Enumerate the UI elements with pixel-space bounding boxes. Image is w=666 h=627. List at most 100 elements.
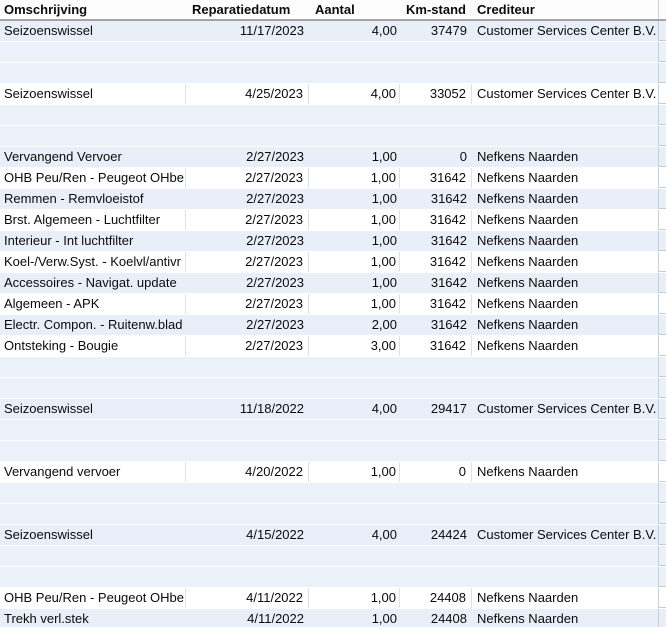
table-row[interactable]: Seizoenswissel4/25/20234,0033052Customer…: [0, 84, 666, 105]
cell-aantal: 1,00: [309, 294, 400, 314]
row-gutter-cell: [658, 504, 666, 524]
empty-row: [0, 63, 666, 84]
cell-reparatiedatum: [186, 420, 309, 440]
empty-row: [0, 441, 666, 462]
empty-row: [0, 504, 666, 525]
cell-omschrijving: OHB Peu/Ren - Peugeot OHbe: [0, 168, 186, 188]
cell-km-stand: 31642: [400, 294, 472, 314]
row-gutter-cell: [658, 231, 666, 251]
cell-omschrijving: Brst. Algemeen - Luchtfilter: [0, 210, 186, 230]
cell-omschrijving: [0, 63, 186, 83]
cell-aantal: [309, 420, 400, 440]
cell-reparatiedatum: 2/27/2023: [186, 210, 309, 230]
row-gutter-cell: [658, 441, 666, 461]
table-row[interactable]: Accessoires - Navigat. update2/27/20231,…: [0, 273, 666, 294]
cell-omschrijving: Koel-/Verw.Syst. - Koelvl/antivr: [0, 252, 186, 272]
cell-reparatiedatum: 2/27/2023: [186, 336, 309, 356]
row-gutter-cell: [658, 357, 666, 377]
cell-aantal: 2,00: [309, 315, 400, 335]
cell-km-stand: 31642: [400, 336, 472, 356]
table-row[interactable]: OHB Peu/Ren - Peugeot OHbe4/11/20221,002…: [0, 588, 666, 609]
cell-omschrijving: OHB Peu/Ren - Peugeot OHbe: [0, 588, 186, 608]
cell-reparatiedatum: 4/25/2023: [186, 84, 309, 104]
cell-aantal: [309, 63, 400, 83]
cell-reparatiedatum: 2/27/2023: [186, 231, 309, 251]
cell-crediteur: Nefkens Naarden: [472, 210, 658, 230]
cell-aantal: [309, 546, 400, 566]
cell-omschrijving: Seizoenswissel: [0, 21, 186, 41]
row-gutter-cell: [658, 567, 666, 587]
row-gutter-cell: [658, 42, 666, 62]
cell-crediteur: [472, 63, 658, 83]
cell-aantal: 3,00: [309, 336, 400, 356]
cell-aantal: [309, 567, 400, 587]
cell-crediteur: Nefkens Naarden: [472, 609, 658, 627]
row-gutter-cell: [658, 525, 666, 545]
cell-reparatiedatum: 4/11/2022: [186, 609, 309, 627]
cell-km-stand: [400, 63, 472, 83]
table-row[interactable]: Seizoenswissel11/18/20224,0029417Custome…: [0, 399, 666, 420]
table-row[interactable]: Ontsteking - Bougie2/27/20233,0031642Nef…: [0, 336, 666, 357]
repair-history-table: Omschrijving Reparatiedatum Aantal Km-st…: [0, 0, 666, 627]
table-row[interactable]: Koel-/Verw.Syst. - Koelvl/antivr2/27/202…: [0, 252, 666, 273]
cell-crediteur: [472, 504, 658, 524]
cell-crediteur: [472, 420, 658, 440]
table-row[interactable]: Seizoenswissel4/15/20224,0024424Customer…: [0, 525, 666, 546]
row-gutter-cell: [658, 294, 666, 314]
row-gutter-cell: [658, 378, 666, 398]
cell-km-stand: [400, 105, 472, 125]
cell-crediteur: Customer Services Center B.V.: [472, 399, 658, 419]
empty-row: [0, 420, 666, 441]
cell-omschrijving: [0, 504, 186, 524]
cell-km-stand: 31642: [400, 168, 472, 188]
table-row[interactable]: OHB Peu/Ren - Peugeot OHbe2/27/20231,003…: [0, 168, 666, 189]
row-gutter-cell: [658, 420, 666, 440]
table-row[interactable]: Remmen - Remvloeistof2/27/20231,0031642N…: [0, 189, 666, 210]
cell-omschrijving: [0, 42, 186, 62]
cell-km-stand: 37479: [400, 21, 472, 41]
cell-aantal: 1,00: [309, 609, 400, 627]
table-row[interactable]: Seizoenswissel11/17/20234,0037479Custome…: [0, 21, 666, 42]
row-gutter-cell: [658, 399, 666, 419]
row-gutter-cell: [658, 210, 666, 230]
row-gutter-cell: [658, 483, 666, 503]
empty-row: [0, 546, 666, 567]
table-row[interactable]: Vervangend vervoer4/20/20221,000Nefkens …: [0, 462, 666, 483]
cell-km-stand: [400, 378, 472, 398]
table-row[interactable]: Trekh verl.stek4/11/20221,0024408Nefkens…: [0, 609, 666, 627]
empty-row: [0, 126, 666, 147]
row-gutter-cell: [658, 63, 666, 83]
cell-crediteur: Nefkens Naarden: [472, 168, 658, 188]
cell-reparatiedatum: 2/27/2023: [186, 189, 309, 209]
cell-aantal: 4,00: [309, 84, 400, 104]
cell-omschrijving: Algemeen - APK: [0, 294, 186, 314]
table-row[interactable]: Electr. Compon. - Ruitenw.blad2/27/20232…: [0, 315, 666, 336]
cell-reparatiedatum: [186, 42, 309, 62]
cell-crediteur: [472, 567, 658, 587]
cell-crediteur: [472, 441, 658, 461]
cell-reparatiedatum: 4/15/2022: [186, 525, 309, 545]
cell-aantal: 1,00: [309, 588, 400, 608]
table-row[interactable]: Vervangend Vervoer2/27/20231,000Nefkens …: [0, 147, 666, 168]
cell-km-stand: [400, 357, 472, 377]
cell-km-stand: [400, 546, 472, 566]
table-header-row: Omschrijving Reparatiedatum Aantal Km-st…: [0, 0, 666, 21]
table-row[interactable]: Brst. Algemeen - Luchtfilter2/27/20231,0…: [0, 210, 666, 231]
row-gutter-cell: [658, 609, 666, 627]
cell-omschrijving: Vervangend vervoer: [0, 462, 186, 482]
cell-reparatiedatum: 11/17/2023: [186, 21, 309, 41]
row-gutter-cell: [658, 21, 666, 41]
row-gutter-cell: [658, 273, 666, 293]
table-row[interactable]: Interieur - Int luchtfilter2/27/20231,00…: [0, 231, 666, 252]
cell-reparatiedatum: [186, 546, 309, 566]
table-row[interactable]: Algemeen - APK2/27/20231,0031642Nefkens …: [0, 294, 666, 315]
cell-crediteur: Customer Services Center B.V.: [472, 21, 658, 41]
cell-aantal: 4,00: [309, 399, 400, 419]
cell-crediteur: Nefkens Naarden: [472, 336, 658, 356]
cell-reparatiedatum: [186, 63, 309, 83]
cell-crediteur: Nefkens Naarden: [472, 231, 658, 251]
cell-aantal: 1,00: [309, 210, 400, 230]
empty-row: [0, 483, 666, 504]
row-gutter-cell: [658, 336, 666, 356]
cell-reparatiedatum: 4/20/2022: [186, 462, 309, 482]
